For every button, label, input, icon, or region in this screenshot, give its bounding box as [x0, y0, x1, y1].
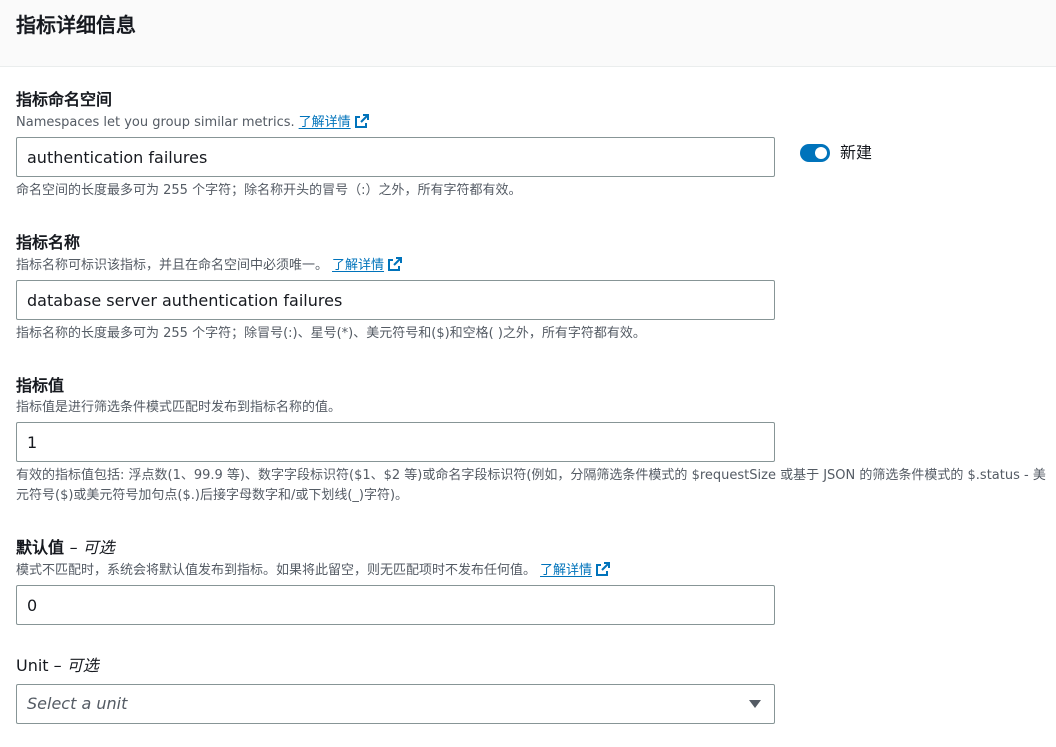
- namespace-label: 指标命名空间: [16, 90, 113, 109]
- unit-field: Unit – 可选 Select a unit: [16, 655, 1046, 724]
- metric-value-description: 指标值是进行筛选条件模式匹配时发布到指标名称的值。: [16, 400, 342, 415]
- unit-label-text: Unit: [16, 656, 49, 675]
- metric-name-label: 指标名称: [16, 233, 81, 252]
- external-link-icon: [596, 562, 611, 576]
- namespace-description: Namespaces let you group similar metrics…: [16, 113, 1046, 132]
- caret-down-icon: [749, 700, 761, 708]
- metric-value-field: 指标值 指标值是进行筛选条件模式匹配时发布到指标名称的值。 有效的指标值包括: …: [16, 375, 1046, 506]
- optional-marker: – 可选: [53, 656, 99, 675]
- create-new-toggle-group: 新建: [800, 143, 872, 163]
- unit-select-placeholder: Select a unit: [27, 694, 128, 713]
- unit-select[interactable]: Select a unit: [16, 684, 775, 724]
- metric-name-learn-more-text: 了解详情: [332, 258, 385, 273]
- metric-value-label: 指标值: [16, 376, 65, 395]
- default-value-field: 默认值 – 可选 模式不匹配时，系统会将默认值发布到指标。如果将此留空，则无匹配…: [16, 537, 1046, 625]
- metric-name-description-text: 指标名称可标识该指标，并且在命名空间中必须唯一。: [16, 258, 329, 273]
- namespace-constraint: 命名空间的长度最多可为 255 个字符；除名称开头的冒号（:）之外，所有字符都有…: [16, 183, 522, 198]
- default-value-description: 模式不匹配时，系统会将默认值发布到指标。如果将此留空，则无匹配项时不发布任何值。…: [16, 561, 1046, 580]
- external-link-icon: [388, 257, 403, 271]
- metric-name-input[interactable]: [16, 280, 775, 320]
- namespace-description-text: Namespaces let you group similar metrics…: [16, 115, 295, 130]
- namespace-learn-more-link[interactable]: 了解详情: [298, 114, 370, 130]
- unit-label: Unit – 可选: [16, 655, 1046, 677]
- default-value-learn-more-text: 了解详情: [540, 563, 593, 578]
- metric-value-input[interactable]: [16, 422, 775, 462]
- default-value-learn-more-link[interactable]: 了解详情: [540, 562, 611, 578]
- create-new-toggle[interactable]: [800, 144, 830, 162]
- namespace-learn-more-text: 了解详情: [298, 115, 351, 130]
- metric-name-description: 指标名称可标识该指标，并且在命名空间中必须唯一。 了解详情: [16, 256, 1046, 275]
- page-title: 指标详细信息: [16, 13, 136, 37]
- default-value-label: 默认值 – 可选: [16, 537, 1046, 559]
- namespace-field: 指标命名空间 Namespaces let you group similar …: [16, 89, 1046, 201]
- default-value-description-text: 模式不匹配时，系统会将默认值发布到指标。如果将此留空，则无匹配项时不发布任何值。: [16, 563, 537, 578]
- toggle-knob: [815, 147, 827, 159]
- metric-value-constraint: 有效的指标值包括: 浮点数(1、99.9 等)、数字字段标识符($1、$2 等)…: [16, 468, 1046, 503]
- namespace-input[interactable]: [16, 137, 775, 177]
- create-new-toggle-label: 新建: [840, 143, 873, 162]
- default-value-input[interactable]: [16, 585, 775, 625]
- default-value-label-text: 默认值: [16, 538, 65, 557]
- page-header: 指标详细信息: [0, 0, 1056, 67]
- metric-name-learn-more-link[interactable]: 了解详情: [332, 257, 403, 273]
- external-link-icon: [354, 114, 369, 128]
- metric-name-field: 指标名称 指标名称可标识该指标，并且在命名空间中必须唯一。了解详情 指标名称的长…: [16, 232, 1046, 344]
- metric-name-constraint: 指标名称的长度最多可为 255 个字符；除冒号(:)、星号(*)、美元符号和($…: [16, 326, 646, 341]
- optional-marker: – 可选: [69, 538, 115, 557]
